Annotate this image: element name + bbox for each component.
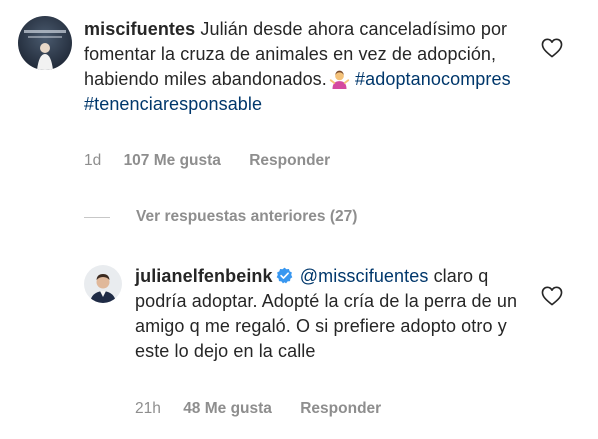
verified-badge-icon [276, 267, 293, 284]
reply-time[interactable]: 21h [135, 400, 161, 417]
hashtag-link[interactable]: #adoptanocompres [355, 69, 511, 89]
comment-time[interactable]: 1d [84, 152, 101, 169]
divider [84, 216, 110, 218]
mention-link[interactable]: @misscifuentes [300, 266, 429, 286]
heart-outline-icon[interactable] [541, 38, 563, 58]
reply-button[interactable]: Responder [249, 152, 330, 169]
avatar[interactable] [18, 16, 72, 70]
view-replies-label[interactable]: Ver respuestas anteriores (27) [136, 208, 357, 226]
comment-username[interactable]: miscifuentes [84, 19, 195, 39]
woman-shrugging-emoji-icon [329, 68, 350, 89]
heart-outline-icon[interactable] [541, 286, 563, 306]
hashtag-link[interactable]: #tenenciaresponsable [84, 94, 262, 114]
comment-text: miscifuentes Julián desde ahora cancelad… [84, 17, 529, 117]
likes-count[interactable]: 107 Me gusta [124, 152, 221, 169]
view-previous-replies-button[interactable]: Ver respuestas anteriores (27) [84, 206, 357, 228]
comment-meta: 1d 107 Me gusta Responder [84, 152, 330, 170]
reply-text: julianelfenbeink @misscifuentes claro q … [135, 264, 530, 364]
reply-username[interactable]: julianelfenbeink [135, 266, 273, 286]
reply-meta: 21h 48 Me gusta Responder [135, 400, 381, 418]
avatar[interactable] [84, 265, 122, 303]
reply-button[interactable]: Responder [300, 400, 381, 417]
likes-count[interactable]: 48 Me gusta [183, 400, 272, 417]
